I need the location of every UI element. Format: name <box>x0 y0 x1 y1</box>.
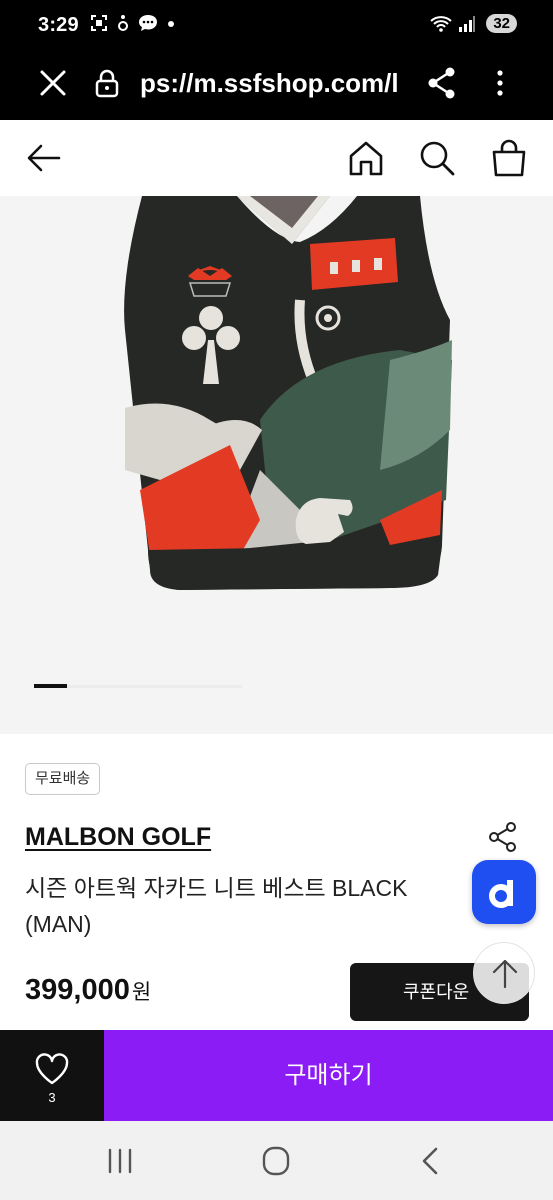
product-title: 시즌 아트웍 자카드 니트 베스트 BLACK (MAN) <box>25 875 408 937</box>
heart-icon <box>35 1053 69 1085</box>
bottom-action-bar: 3 구매하기 <box>0 1030 553 1121</box>
battery-indicator: 32 <box>486 14 517 33</box>
chat-icon <box>139 15 157 31</box>
arrow-up-icon <box>492 959 518 989</box>
system-icons: 32 <box>430 14 517 33</box>
wifi-icon <box>430 15 452 32</box>
buy-button[interactable]: 구매하기 <box>104 1030 553 1121</box>
lock-icon[interactable] <box>94 68 120 98</box>
carousel-indicator-active <box>34 684 67 688</box>
d-logo-icon <box>489 880 513 908</box>
scroll-to-top-button[interactable] <box>473 942 535 1004</box>
wishlist-button[interactable]: 3 <box>0 1030 104 1121</box>
url-field[interactable]: ps://m.ssfshop.com/l <box>140 68 402 99</box>
price-value: 399,000 <box>25 974 130 1006</box>
wishlist-count: 3 <box>48 1090 56 1105</box>
home-icon[interactable] <box>346 138 386 178</box>
shopping-bag-icon[interactable] <box>489 138 529 178</box>
price-unit: 원 <box>131 981 152 1004</box>
system-navigation-bar <box>0 1121 553 1200</box>
status-bar: 3:29 32 <box>0 0 553 52</box>
share-icon[interactable] <box>486 820 520 854</box>
search-icon[interactable] <box>417 138 457 178</box>
free-shipping-badge: 무료배송 <box>25 763 101 795</box>
share-icon[interactable] <box>426 66 458 100</box>
price: 399,000 원 <box>25 974 151 1007</box>
more-vertical-icon[interactable] <box>486 66 514 100</box>
app-header <box>0 120 553 196</box>
status-time: 3:29 <box>38 14 79 36</box>
accessibility-icon <box>118 15 128 31</box>
d-logo-button[interactable] <box>472 860 536 924</box>
home-nav-icon[interactable] <box>256 1145 296 1177</box>
notification-icons <box>90 14 176 32</box>
product-image[interactable] <box>0 196 553 734</box>
browser-toolbar: ps://m.ssfshop.com/l <box>0 52 553 120</box>
close-icon[interactable] <box>36 66 70 100</box>
knit-vest-image <box>124 196 452 590</box>
arrow-left-icon[interactable] <box>24 138 64 178</box>
screenshot-icon <box>91 15 107 31</box>
brand-link[interactable]: MALBON GOLF <box>25 823 211 852</box>
recent-apps-icon[interactable] <box>100 1145 140 1177</box>
dot-icon <box>168 21 174 27</box>
back-nav-icon[interactable] <box>412 1145 452 1177</box>
signal-icon <box>459 15 476 32</box>
